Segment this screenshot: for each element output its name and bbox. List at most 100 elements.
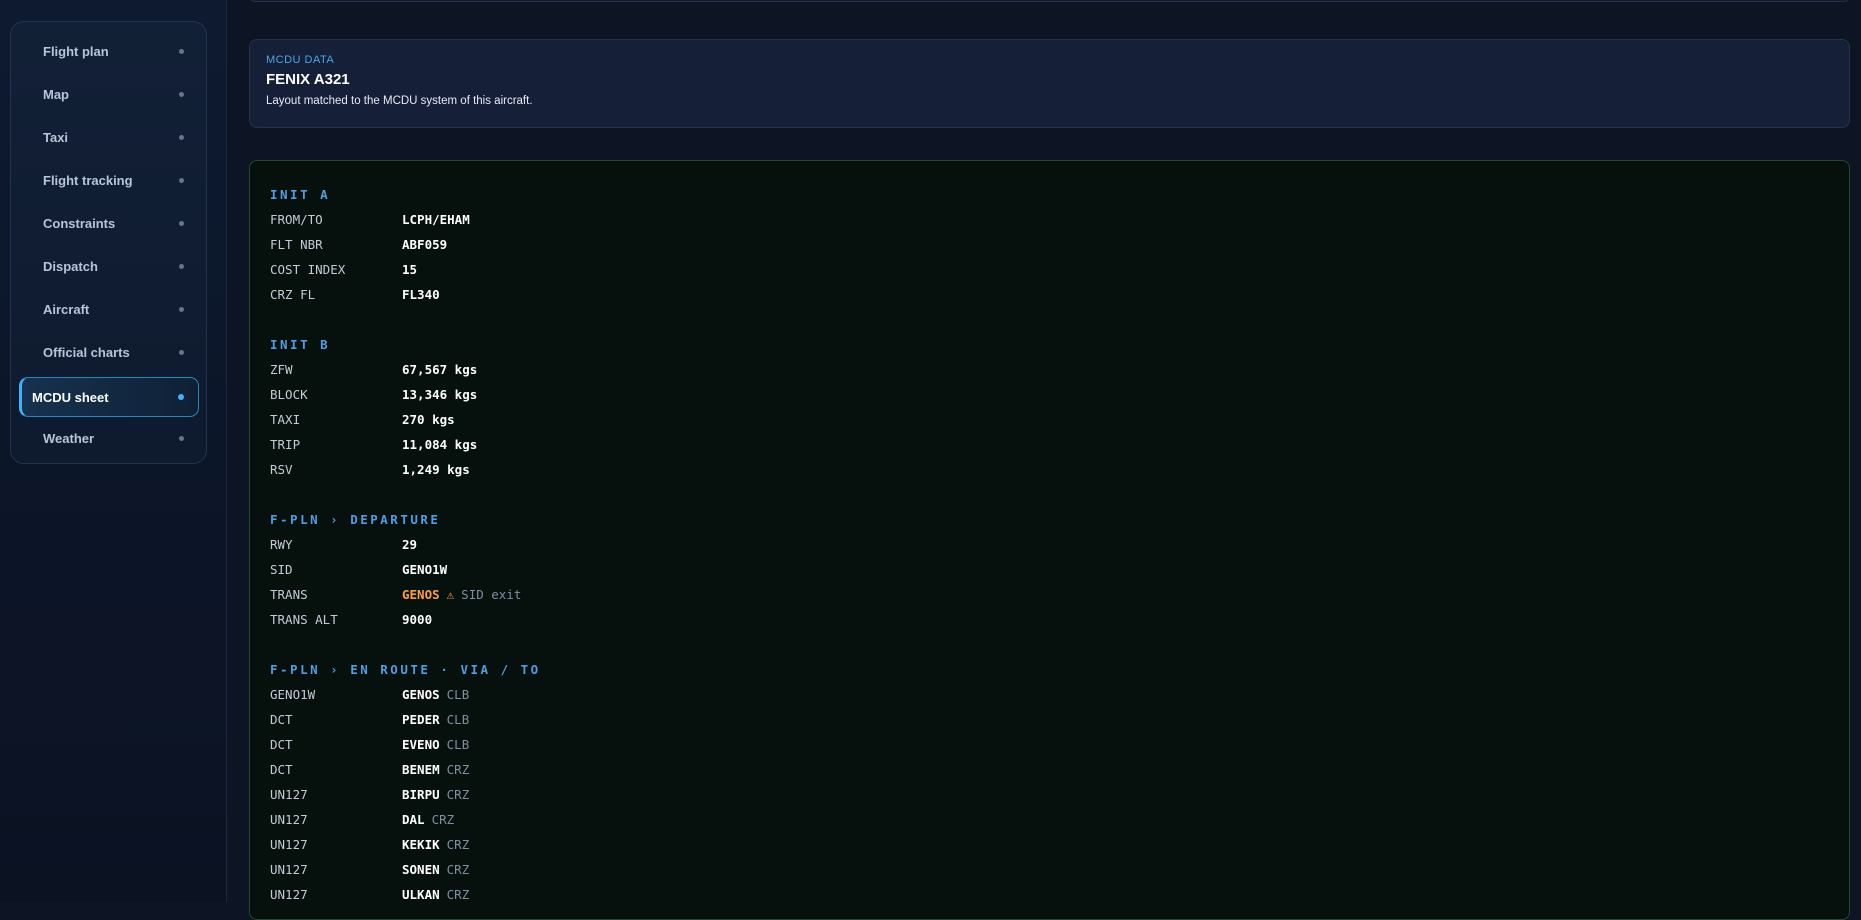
sidebar-item-weather[interactable]: Weather — [21, 420, 198, 456]
route-via: DCT — [270, 737, 293, 752]
sidebar-item-mcdu-sheet[interactable]: MCDU sheet — [19, 377, 199, 417]
section-title-enroute: F-PLN › EN ROUTE · VIA / TO — [270, 662, 541, 677]
row-value: 29 — [402, 537, 418, 552]
mcdu-row: RSV 1,249 kgs — [270, 457, 1829, 482]
mcdu-row: TRIP 11,084 kgs — [270, 432, 1829, 457]
mcdu-row: ZFW 67,567 kgs — [270, 357, 1829, 382]
row-key: TRIP — [270, 437, 301, 452]
route-via: UN127 — [270, 787, 308, 802]
sidebar-item-map[interactable]: Map — [21, 76, 198, 112]
route-to: KEKIK — [402, 837, 440, 852]
route-via: GENO1W — [270, 687, 316, 702]
dot-icon — [179, 349, 184, 355]
dot-icon — [179, 435, 184, 441]
sidebar-item-label: Dispatch — [43, 258, 98, 274]
info-kicker: MCDU DATA — [266, 54, 335, 66]
dot-icon — [179, 220, 184, 226]
route-phase: CRZ — [446, 837, 470, 852]
row-key: FROM/TO — [270, 212, 323, 227]
dot-icon — [179, 134, 184, 140]
sidebar-item-official-charts[interactable]: Official charts — [21, 334, 198, 370]
route-to: PEDER — [402, 712, 440, 727]
route-to: BIRPU — [402, 787, 440, 802]
route-row: UN127 BIRPU CRZ — [270, 782, 1829, 807]
row-value: GENOS — [402, 587, 440, 602]
mcdu-sheet: INIT A FROM/TO LCPH/EHAM FLT NBR ABF059 … — [249, 160, 1850, 920]
row-value: 11,084 kgs — [402, 437, 478, 452]
sidebar-item-label: MCDU sheet — [32, 389, 109, 405]
route-via: DCT — [270, 762, 293, 777]
sidebar-item-label: Official charts — [43, 344, 130, 360]
dot-icon — [179, 91, 184, 97]
info-subtitle: Layout matched to the MCDU system of thi… — [266, 95, 533, 107]
route-phase: CRZ — [446, 787, 470, 802]
sidebar-item-aircraft[interactable]: Aircraft — [21, 291, 198, 327]
dot-icon — [179, 263, 184, 269]
route-via: UN127 — [270, 887, 308, 902]
row-key: RSV — [270, 462, 293, 477]
route-via: UN127 — [270, 837, 308, 852]
warning-icon: ⚠ — [446, 587, 455, 602]
route-phase: CLB — [446, 712, 470, 727]
route-row: UN127 SONEN CRZ — [270, 857, 1829, 882]
section-title-init-b: INIT B — [270, 337, 331, 352]
route-to: GENOS — [402, 687, 440, 702]
row-key: RWY — [270, 537, 293, 552]
route-via: UN127 — [270, 812, 308, 827]
sidebar: Flight plan Map Taxi Flight tracking Con… — [0, 0, 227, 902]
row-value: 67,567 kgs — [402, 362, 478, 377]
mcdu-row: RWY 29 — [270, 532, 1829, 557]
sidebar-item-constraints[interactable]: Constraints — [21, 205, 198, 241]
sidebar-item-label: Flight tracking — [43, 172, 133, 188]
mcdu-row: COST INDEX 15 — [270, 257, 1829, 282]
sidebar-item-label: Map — [43, 86, 69, 102]
mcdu-row: CRZ FL FL340 — [270, 282, 1829, 307]
sidebar-item-label: Constraints — [43, 215, 116, 231]
section-title-departure: F-PLN › DEPARTURE — [270, 512, 441, 527]
route-row: UN127 ULKAN CRZ — [270, 882, 1829, 907]
route-phase: CRZ — [431, 812, 455, 827]
row-key: COST INDEX — [270, 262, 346, 277]
section-title-init-a: INIT A — [270, 187, 331, 202]
dot-icon — [179, 48, 184, 54]
dot-icon — [179, 177, 184, 183]
row-key: ZFW — [270, 362, 293, 377]
row-value: FL340 — [402, 287, 440, 302]
mcdu-row: BLOCK 13,346 kgs — [270, 382, 1829, 407]
route-row: DCT PEDER CLB — [270, 707, 1829, 732]
row-key: BLOCK — [270, 387, 308, 402]
route-row: UN127 DAL CRZ — [270, 807, 1829, 832]
row-value: LCPH/EHAM — [402, 212, 470, 227]
mcdu-row: FLT NBR ABF059 — [270, 232, 1829, 257]
route-to: EVENO — [402, 737, 440, 752]
row-value: ABF059 — [402, 237, 448, 252]
route-to: DAL — [402, 812, 425, 827]
sidebar-item-flight-plan[interactable]: Flight plan — [21, 33, 198, 69]
route-via: UN127 — [270, 862, 308, 877]
route-row: GENO1W GENOS CLB — [270, 682, 1829, 707]
previous-card — [249, 0, 1850, 2]
route-to: ULKAN — [402, 887, 440, 902]
sidebar-item-dispatch[interactable]: Dispatch — [21, 248, 198, 284]
route-phase: CRZ — [446, 887, 470, 902]
sidebar-item-label: Flight plan — [43, 43, 109, 59]
sidebar-nav: Flight plan Map Taxi Flight tracking Con… — [10, 21, 207, 464]
mcdu-row: FROM/TO LCPH/EHAM — [270, 207, 1829, 232]
row-value: 9000 — [402, 612, 433, 627]
sidebar-item-flight-tracking[interactable]: Flight tracking — [21, 162, 198, 198]
route-via: DCT — [270, 712, 293, 727]
row-value: 13,346 kgs — [402, 387, 478, 402]
mcdu-row: TRANS ALT 9000 — [270, 607, 1829, 632]
route-phase: CLB — [446, 687, 470, 702]
row-note: SID exit — [461, 587, 522, 602]
route-row: DCT BENEM CRZ — [270, 757, 1829, 782]
row-value: 270 kgs — [402, 412, 455, 427]
route-to: SONEN — [402, 862, 440, 877]
mcdu-row: SID GENO1W — [270, 557, 1829, 582]
route-phase: CLB — [446, 737, 470, 752]
route-row: UN127 KEKIK CRZ — [270, 832, 1829, 857]
mcdu-row: TRANS GENOS ⚠ SID exit — [270, 582, 1829, 607]
sidebar-item-taxi[interactable]: Taxi — [21, 119, 198, 155]
